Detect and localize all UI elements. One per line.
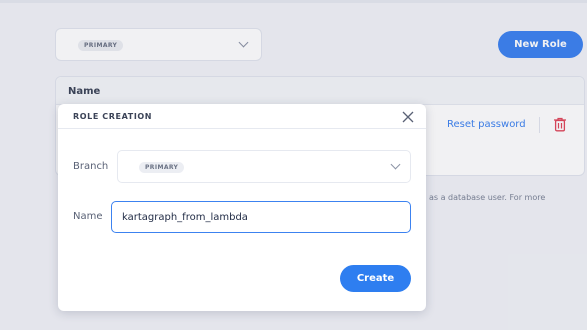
chevron-down-icon	[390, 159, 401, 170]
role-name-input[interactable]	[111, 201, 411, 233]
close-icon[interactable]	[402, 111, 414, 123]
branch-badge: PRIMARY	[139, 162, 185, 173]
name-label: Name	[73, 211, 103, 222]
branch-label: Branch	[73, 161, 109, 172]
branch-dropdown[interactable]: PRIMARY	[117, 150, 411, 183]
modal-header: ROLE CREATION	[58, 104, 426, 129]
create-button[interactable]: Create	[340, 265, 411, 292]
modal-title: ROLE CREATION	[73, 112, 153, 121]
role-creation-modal: ROLE CREATION Branch PRIMARY Name Create	[58, 104, 426, 311]
